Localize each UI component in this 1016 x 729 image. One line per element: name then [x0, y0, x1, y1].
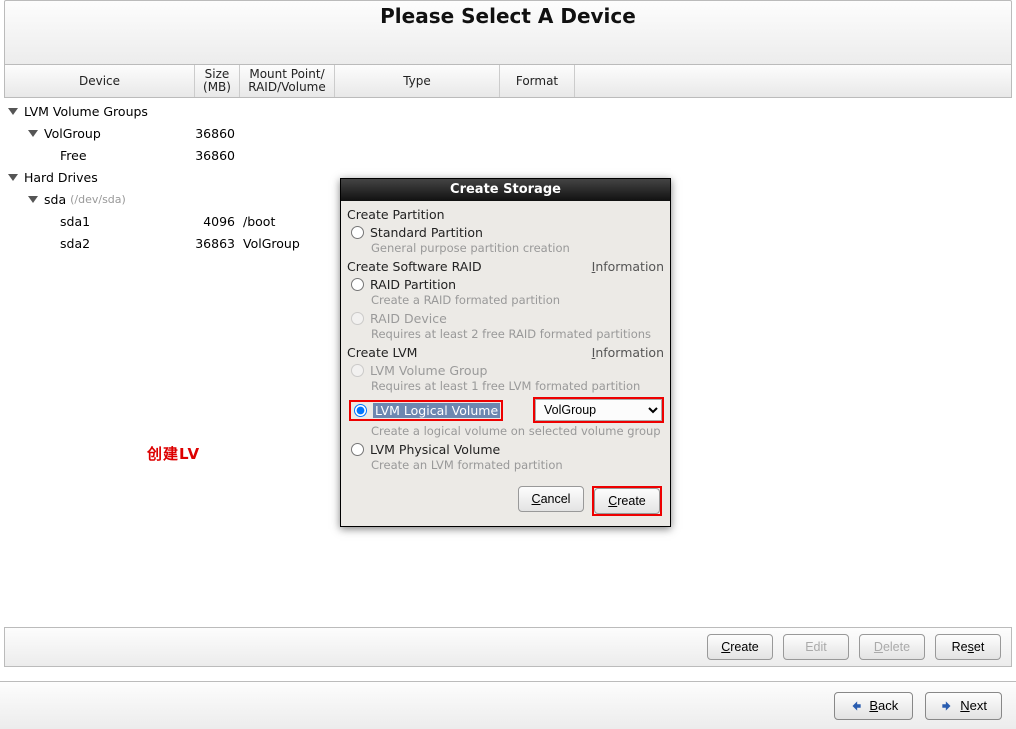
col-size[interactable]: Size (MB) — [195, 65, 240, 97]
tree-size: 36863 — [194, 236, 239, 251]
next-button[interactable]: Next — [925, 692, 1002, 720]
back-button[interactable]: Back — [834, 692, 913, 720]
edit-device-button: Edit — [783, 634, 849, 660]
option-raid-partition[interactable]: RAID Partition — [349, 277, 664, 292]
create-storage-dialog: Create Storage Create Partition Standard… — [340, 178, 671, 527]
create-device-button[interactable]: Create — [707, 634, 773, 660]
col-device[interactable]: Device — [5, 65, 195, 97]
radio-lvm-pv[interactable] — [351, 443, 364, 456]
tree-mount: VolGroup — [239, 236, 334, 251]
chevron-down-icon[interactable] — [8, 174, 18, 181]
option-lvm-pv[interactable]: LVM Physical Volume — [349, 442, 664, 457]
tree-devpath: (/dev/sda) — [70, 193, 126, 206]
reset-button[interactable]: Reset — [935, 634, 1001, 660]
info-link-lvm[interactable]: Information — [592, 345, 664, 360]
tree-size: 36860 — [194, 148, 239, 163]
desc-raid-device: Requires at least 2 free RAID formated p… — [371, 327, 664, 341]
section-create-partition: Create Partition — [347, 207, 664, 222]
option-lvm-lv[interactable]: LVM Logical Volume VolGroup — [349, 397, 664, 423]
nav-bar: Back Next — [0, 681, 1016, 729]
page-title: Please Select A Device — [5, 4, 1011, 28]
desc-lvm-lv: Create a logical volume on selected volu… — [371, 424, 664, 438]
desc-lvm-pv: Create an LVM formated partition — [371, 458, 664, 472]
tree-label: sda1 — [60, 214, 90, 229]
tree-label: VolGroup — [44, 126, 101, 141]
option-raid-device: RAID Device — [349, 311, 664, 326]
section-create-raid: Create Software RAID Information — [347, 259, 664, 274]
info-link-raid[interactable]: Information — [592, 259, 664, 274]
desc-standard-partition: General purpose partition creation — [371, 241, 664, 255]
tree-row-volgroup[interactable]: VolGroup 36860 — [4, 122, 1012, 144]
volgroup-select[interactable]: VolGroup — [535, 399, 662, 421]
option-standard-partition[interactable]: Standard Partition — [349, 225, 664, 240]
section-create-lvm: Create LVM Information — [347, 345, 664, 360]
tree-label: Hard Drives — [24, 170, 98, 185]
tree-row-free[interactable]: Free 36860 — [4, 144, 1012, 166]
create-button[interactable]: Create — [594, 488, 660, 514]
radio-lvm-lv[interactable] — [354, 403, 367, 418]
tree-size: 36860 — [194, 126, 239, 141]
cancel-button[interactable]: Cancel — [518, 486, 584, 512]
tree-label: LVM Volume Groups — [24, 104, 148, 119]
arrow-left-icon — [849, 699, 863, 713]
chevron-down-icon[interactable] — [8, 108, 18, 115]
tree-label: sda — [44, 192, 66, 207]
header-panel: Please Select A Device — [4, 0, 1012, 66]
annotation-label: 创建LV — [147, 443, 200, 464]
arrow-right-icon — [940, 699, 954, 713]
dialog-title: Create Storage — [341, 179, 670, 201]
option-lvm-vg: LVM Volume Group — [349, 363, 664, 378]
action-bar: Create Edit Delete Reset — [4, 627, 1012, 667]
radio-raid-device — [351, 312, 364, 325]
col-type[interactable]: Type — [335, 65, 500, 97]
tree-label: sda2 — [60, 236, 90, 251]
desc-lvm-vg: Requires at least 1 free LVM formated pa… — [371, 379, 664, 393]
tree-size: 4096 — [194, 214, 239, 229]
radio-raid-partition[interactable] — [351, 278, 364, 291]
radio-lvm-vg — [351, 364, 364, 377]
tree-mount: /boot — [239, 214, 334, 229]
tree-row-lvm-groups[interactable]: LVM Volume Groups — [4, 100, 1012, 122]
col-mount[interactable]: Mount Point/ RAID/Volume — [240, 65, 335, 97]
tree-label: Free — [60, 148, 87, 163]
chevron-down-icon[interactable] — [28, 196, 38, 203]
chevron-down-icon[interactable] — [28, 130, 38, 137]
table-header: Device Size (MB) Mount Point/ RAID/Volum… — [4, 64, 1012, 98]
delete-device-button: Delete — [859, 634, 925, 660]
radio-standard-partition[interactable] — [351, 226, 364, 239]
desc-raid-partition: Create a RAID formated partition — [371, 293, 664, 307]
col-format[interactable]: Format — [500, 65, 575, 97]
